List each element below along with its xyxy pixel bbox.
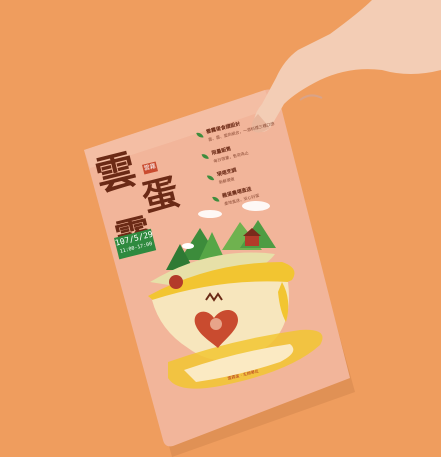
cloud-3: [182, 243, 194, 249]
leaf-icon: [212, 195, 220, 203]
leaf-icon: [196, 131, 204, 139]
heart-center: [210, 318, 222, 330]
finger-crease: [299, 94, 323, 101]
illustration: [84, 0, 441, 457]
scene: 雲 蛋 霧 雲霧 107/5/29 11:00-17:00 雲霧蛋食譜設計 雲、…: [0, 0, 441, 457]
rooster-small: [169, 275, 183, 289]
leaf-icon: [201, 152, 209, 161]
leaf-icon: [206, 174, 215, 182]
house: [245, 236, 259, 246]
